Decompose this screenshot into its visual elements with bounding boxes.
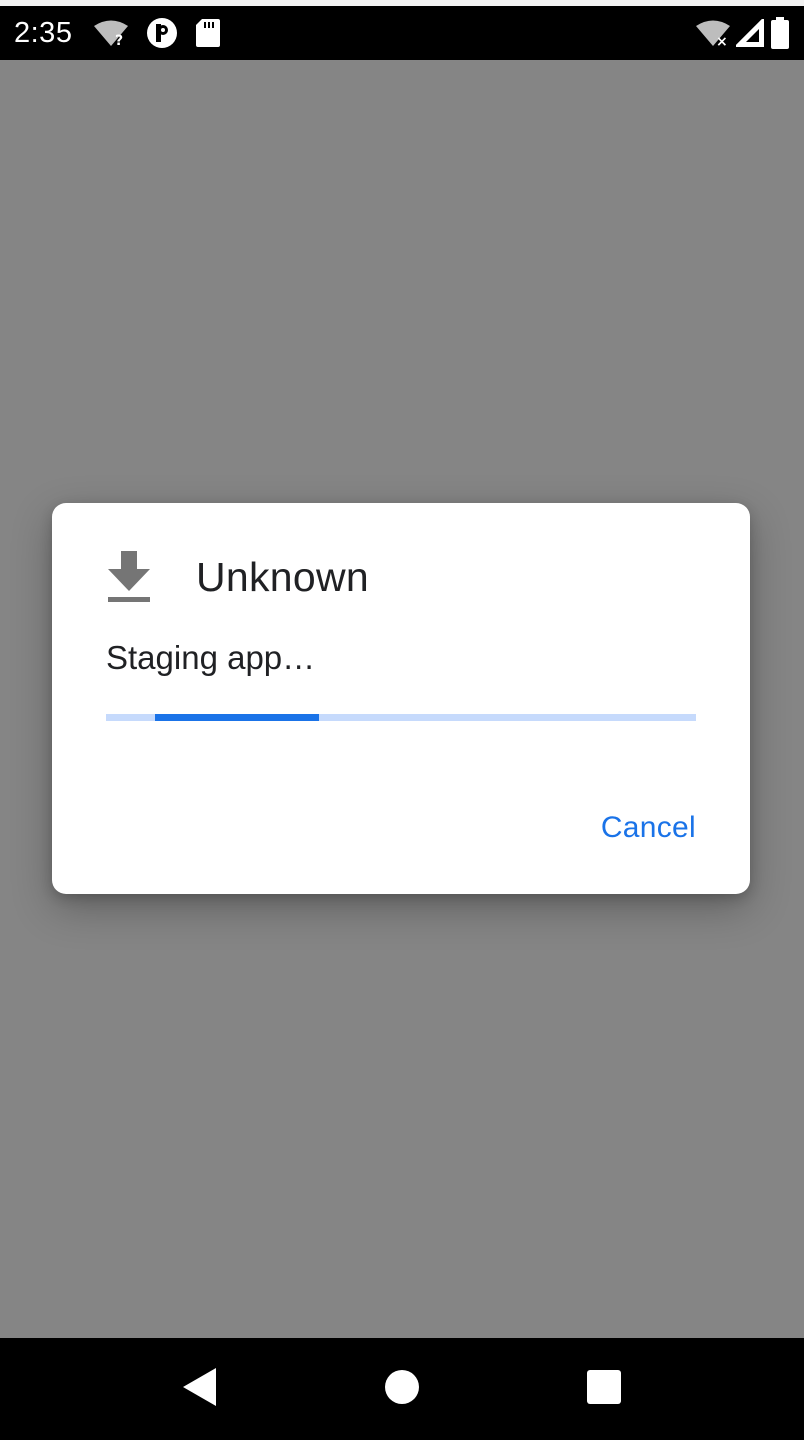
svg-text:×: × bbox=[716, 34, 728, 47]
status-right-group: × bbox=[696, 17, 790, 49]
dialog-message: Staging app… bbox=[106, 639, 316, 676]
navigation-bar bbox=[0, 1338, 804, 1440]
back-button[interactable] bbox=[150, 1349, 250, 1429]
home-button[interactable] bbox=[352, 1349, 452, 1429]
progress-dialog: Unknown Staging app… Cancel bbox=[52, 503, 750, 894]
dialog-title: Unknown bbox=[196, 553, 370, 600]
cellular-signal-icon bbox=[736, 19, 764, 47]
wifi-unknown-icon: ? bbox=[94, 19, 129, 47]
progress-bar bbox=[106, 714, 696, 721]
phone-screen: 2:35 ? × Unknown Staging app… Cancel bbox=[0, 0, 804, 1440]
dialog-header: Unknown bbox=[106, 547, 369, 607]
sd-card-icon bbox=[196, 19, 221, 47]
status-time: 2:35 bbox=[14, 16, 73, 49]
svg-text:?: ? bbox=[115, 33, 123, 47]
recents-icon bbox=[586, 1369, 622, 1410]
download-icon bbox=[106, 547, 166, 607]
progress-indicator bbox=[155, 714, 319, 721]
back-icon bbox=[183, 1367, 217, 1411]
status-bar: 2:35 ? × bbox=[0, 0, 804, 60]
recents-button[interactable] bbox=[554, 1349, 654, 1429]
wifi-off-icon: × bbox=[696, 19, 730, 47]
home-icon bbox=[384, 1369, 420, 1410]
cancel-button[interactable]: Cancel bbox=[601, 811, 696, 845]
parking-app-icon bbox=[146, 17, 178, 49]
battery-icon bbox=[770, 17, 790, 49]
